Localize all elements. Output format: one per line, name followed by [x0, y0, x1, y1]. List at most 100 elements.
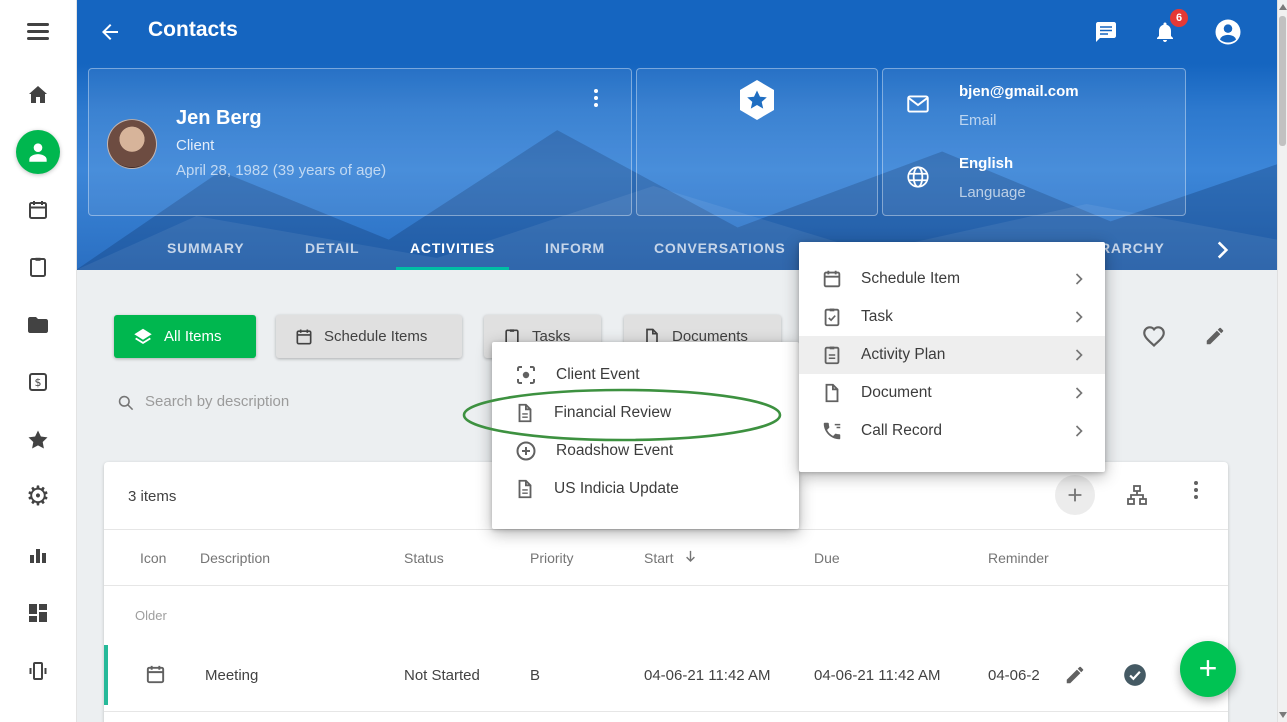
account-icon[interactable] [1213, 17, 1243, 47]
menu-item-label: Document [861, 384, 1051, 402]
filter-schedule-items-button[interactable]: Schedule Items [276, 315, 462, 358]
scrollbar-down-arrow[interactable] [1279, 712, 1287, 718]
col-status[interactable]: Status [404, 550, 444, 566]
row-accent-bar [104, 645, 108, 705]
create-item-menu: Schedule Item Task Activity Plan [799, 242, 1105, 472]
tasks-icon[interactable] [26, 255, 50, 279]
tab-activities[interactable]: ACTIVITIES [410, 231, 495, 267]
filter-label: Schedule Items [324, 328, 427, 345]
calendar-icon [821, 268, 843, 290]
email-label: Email [959, 112, 997, 129]
menu-item-us-indicia-update[interactable]: US Indicia Update [492, 470, 799, 508]
row-reminder: 04-06-2 [988, 667, 1054, 684]
edit-pencil-icon[interactable] [1204, 325, 1226, 347]
hierarchy-view-icon[interactable] [1125, 483, 1149, 507]
menu-item-client-event[interactable]: Client Event [492, 356, 799, 394]
sort-descending-icon[interactable] [682, 548, 699, 565]
left-sidebar: $ ⚙ [0, 0, 77, 722]
chevron-right-icon [1069, 307, 1089, 327]
plus-icon: + [1199, 652, 1218, 684]
chevron-right-icon [1069, 383, 1089, 403]
col-icon[interactable]: Icon [140, 550, 166, 566]
menu-item-call-record[interactable]: Call Record [799, 412, 1105, 450]
row-complete-check-icon[interactable] [1122, 662, 1148, 688]
search-icon [116, 393, 135, 412]
dashboard-icon[interactable] [26, 601, 50, 625]
tab-hierarchy-partial[interactable]: RARCHY [1100, 231, 1165, 267]
tab-summary[interactable]: SUMMARY [167, 231, 244, 267]
menu-item-activity-plan[interactable]: Activity Plan [799, 336, 1105, 374]
contacts-icon-active[interactable] [16, 130, 60, 174]
calendar-icon[interactable] [26, 198, 50, 222]
svg-text:$: $ [35, 376, 42, 389]
row-start: 04-06-21 11:42 AM [644, 667, 770, 684]
fab-add-button[interactable]: + [1180, 641, 1236, 697]
row-status: Not Started [404, 667, 480, 684]
billing-icon[interactable]: $ [26, 370, 50, 394]
scrollbar-up-arrow[interactable] [1279, 4, 1287, 10]
menu-item-label: Call Record [861, 422, 1051, 440]
tab-conversations[interactable]: CONVERSATIONS [654, 231, 786, 267]
clipboard-icon [821, 306, 843, 328]
tabs-scroll-right-icon[interactable] [1209, 237, 1235, 263]
contact-type: Client [176, 137, 214, 154]
badge-card [636, 68, 878, 216]
plus-circle-icon [514, 439, 538, 463]
col-start[interactable]: Start [644, 550, 674, 566]
scrollbar-thumb[interactable] [1279, 16, 1286, 146]
row-description: Meeting [205, 667, 258, 684]
menu-item-roadshow-event[interactable]: Roadshow Event [492, 432, 799, 470]
row-priority: B [530, 667, 540, 684]
folder-icon[interactable] [26, 313, 50, 337]
settings-gear-icon[interactable]: ⚙ [26, 483, 50, 510]
chat-icon[interactable] [1094, 20, 1118, 44]
meeting-calendar-icon [144, 663, 167, 686]
menu-icon[interactable] [27, 30, 49, 33]
calendar-icon [294, 327, 314, 347]
notification-badge: 6 [1170, 9, 1188, 27]
favorites-star-icon[interactable] [26, 428, 50, 452]
chevron-right-icon [1069, 345, 1089, 365]
email-value: bjen@gmail.com [959, 83, 1079, 100]
divider [104, 711, 1228, 712]
col-priority[interactable]: Priority [530, 550, 574, 566]
filter-label: All Items [164, 328, 222, 345]
favorite-heart-icon[interactable] [1141, 323, 1167, 349]
menu-item-schedule-item[interactable]: Schedule Item [799, 260, 1105, 298]
language-label: Language [959, 184, 1026, 201]
col-reminder[interactable]: Reminder [988, 550, 1049, 566]
tab-inform[interactable]: INFORM [545, 231, 605, 267]
list-menu-kebab-icon[interactable] [1194, 488, 1198, 492]
group-label-older: Older [135, 608, 167, 623]
row-edit-pencil-icon[interactable] [1064, 664, 1086, 686]
menu-item-label: Financial Review [554, 404, 783, 422]
mobile-vibrate-icon[interactable] [26, 659, 50, 683]
back-button[interactable] [98, 20, 122, 44]
home-icon[interactable] [26, 83, 50, 107]
phone-icon [821, 420, 843, 442]
filter-all-items-button[interactable]: All Items [114, 315, 256, 358]
menu-item-label: Roadshow Event [556, 442, 783, 460]
menu-item-task[interactable]: Task [799, 298, 1105, 336]
layers-icon [132, 326, 154, 348]
chevron-right-icon [1069, 269, 1089, 289]
tab-detail[interactable]: DETAIL [305, 231, 359, 267]
menu-item-label: US Indicia Update [554, 480, 783, 498]
window-scrollbar[interactable] [1277, 0, 1287, 722]
avatar [107, 119, 157, 169]
divider [104, 585, 1228, 586]
contact-birthdate: April 28, 1982 (39 years of age) [176, 162, 386, 179]
items-count: 3 items [128, 488, 176, 505]
row-due: 04-06-21 11:42 AM [814, 667, 940, 684]
col-due[interactable]: Due [814, 550, 840, 566]
col-description[interactable]: Description [200, 550, 270, 566]
menu-item-document[interactable]: Document [799, 374, 1105, 412]
reports-chart-icon[interactable] [26, 543, 50, 567]
add-item-button[interactable] [1055, 475, 1095, 515]
menu-item-financial-review[interactable]: Financial Review [492, 394, 799, 432]
clipboard-list-icon [821, 344, 843, 366]
center-focus-icon [514, 363, 538, 387]
language-value: English [959, 155, 1013, 172]
globe-icon [905, 164, 931, 190]
profile-card-menu-icon[interactable] [594, 96, 598, 100]
